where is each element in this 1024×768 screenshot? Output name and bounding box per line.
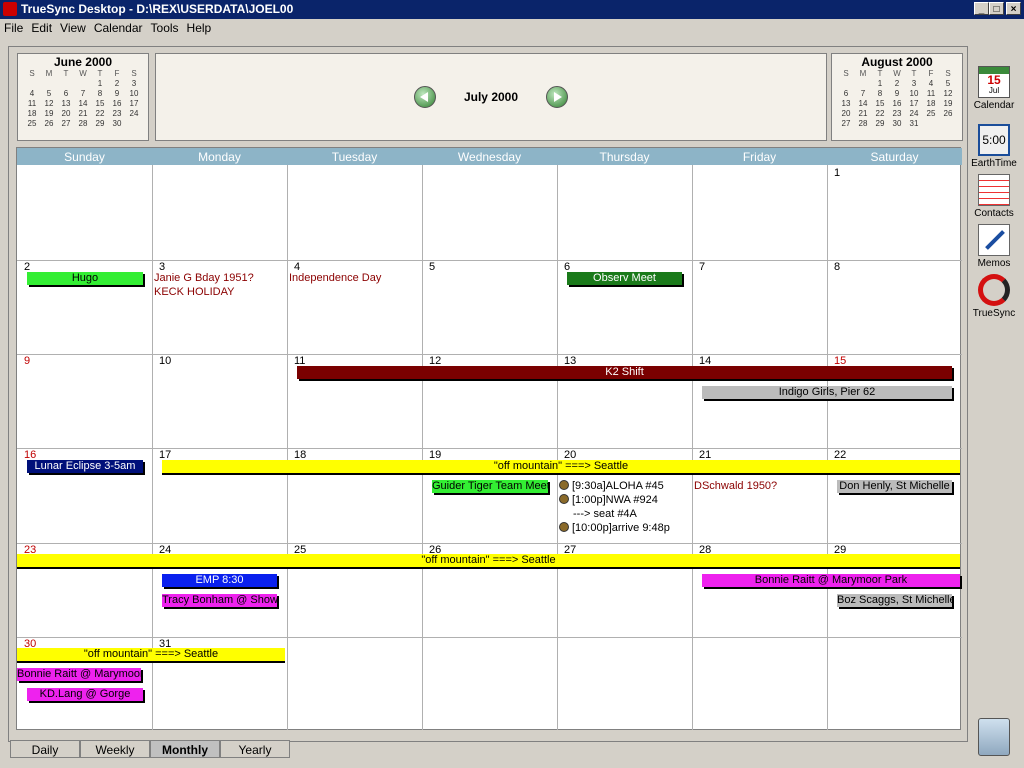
tab-monthly[interactable]: Monthly (150, 740, 220, 758)
trash-icon[interactable] (978, 718, 1010, 756)
event-aloha[interactable]: [9:30a]ALOHA #45 (559, 480, 664, 492)
sync-icon (978, 274, 1010, 306)
clock-icon (559, 494, 569, 504)
next-month-button[interactable] (546, 86, 568, 108)
event-hugo[interactable]: Hugo (27, 272, 143, 285)
weekday-friday: Friday (742, 150, 777, 164)
day-number[interactable]: 5 (429, 261, 435, 273)
event-seat[interactable]: ---> seat #4A (573, 508, 637, 520)
weekday-saturday: Saturday (870, 150, 919, 164)
memos-icon (978, 224, 1010, 256)
event-keck-holiday[interactable]: KECK HOLIDAY (154, 286, 235, 298)
menu-tools[interactable]: Tools (147, 19, 183, 37)
event-independence-day[interactable]: Independence Day (289, 272, 381, 284)
month-navigation-banner: July 2000 (155, 53, 827, 141)
sidebar-memos[interactable]: Memos (966, 224, 1022, 269)
weekday-header: Sunday Monday Tuesday Wednesday Thursday… (17, 148, 962, 165)
menu-view[interactable]: View (56, 19, 90, 37)
day-number[interactable]: 9 (24, 355, 30, 367)
month-grid: Sunday Monday Tuesday Wednesday Thursday… (16, 147, 962, 730)
event-lunar-eclipse[interactable]: Lunar Eclipse 3-5am (27, 460, 143, 473)
day-number[interactable]: 8 (834, 261, 840, 273)
weekday-thursday: Thursday (599, 150, 650, 164)
day-number[interactable]: 1 (834, 167, 840, 179)
sidebar-earthtime[interactable]: 5:00 EarthTime (966, 124, 1022, 169)
mini-calendar-title: June 2000 (53, 55, 113, 69)
event-arrive[interactable]: [10:00p]arrive 9:48p (559, 522, 670, 534)
sidebar-label: EarthTime (971, 158, 1017, 169)
event-tracy-bonham[interactable]: Tracy Bonham @ Show (162, 594, 277, 607)
sidebar-contacts[interactable]: Contacts (966, 174, 1022, 219)
weekday-sunday: Sunday (64, 150, 105, 164)
close-button[interactable]: × (1006, 2, 1021, 15)
mini-calendar-june[interactable]: June 2000 SMTWTFS 123 4 5 6 7 8 9 10 11 12 13 14 1… (17, 53, 149, 141)
sidebar-label: Memos (977, 258, 1011, 269)
day-number[interactable]: 10 (159, 355, 171, 367)
event-nwa[interactable]: [1:00p]NWA #924 (559, 494, 658, 506)
sidebar-truesync[interactable]: TrueSync (966, 274, 1022, 319)
event-off-mountain[interactable]: "off mountain" ===> Seattle (162, 460, 960, 475)
event-bonnie-raitt-park[interactable]: Bonnie Raitt @ Marymoor Park (702, 574, 960, 587)
event-boz-scaggs[interactable]: Boz Scaggs, St Michelle (837, 594, 952, 607)
calendar-icon: 15 Jul (978, 66, 1010, 98)
menu-help[interactable]: Help (183, 19, 216, 37)
sidebar-label: TrueSync (972, 308, 1016, 319)
mini-calendar-grid: SMTWTFS 12345 6 7 8 9 10 11 12 13 14 15 16 17 18 19 … (841, 69, 953, 128)
day-number[interactable]: 7 (699, 261, 705, 273)
clock-icon (559, 522, 569, 532)
event-bonnie-raitt[interactable]: Bonnie Raitt @ Marymoor (17, 668, 141, 681)
window-title: TrueSync Desktop - D:\REX\USERDATA\JOEL0… (21, 2, 294, 16)
event-emp[interactable]: EMP 8:30 (162, 574, 277, 587)
menu-calendar[interactable]: Calendar (90, 19, 147, 37)
contacts-icon (978, 174, 1010, 206)
event-off-mountain[interactable]: "off mountain" ===> Seattle (17, 554, 960, 569)
weekday-monday: Monday (198, 150, 241, 164)
event-indigo-girls[interactable]: Indigo Girls, Pier 62 (702, 386, 952, 399)
event-guider-tiger-team[interactable]: Guider Tiger Team Meet (432, 480, 548, 493)
menu-bar: File Edit View Calendar Tools Help (0, 19, 1024, 38)
weekday-wednesday: Wednesday (457, 150, 522, 164)
maximize-button[interactable]: □ (989, 2, 1004, 15)
calendar-icon-month: Jul (988, 86, 1000, 95)
event-janie-bday[interactable]: Janie G Bday 1951? (154, 272, 254, 284)
current-month-label: July 2000 (463, 90, 519, 104)
minimize-button[interactable]: _ (974, 2, 989, 15)
app-icon (3, 2, 17, 16)
event-kd-lang[interactable]: KD.Lang @ Gorge (27, 688, 143, 701)
menu-file[interactable]: File (0, 19, 27, 37)
sidebar-calendar[interactable]: 15 Jul Calendar (966, 66, 1022, 111)
event-observ-meet[interactable]: Observ Meet (567, 272, 682, 285)
mini-calendar-title: August 2000 (861, 55, 933, 69)
calendar-icon-day: 15 (987, 73, 1001, 87)
mini-calendar-grid: SMTWTFS 123 4 5 6 7 8 9 10 11 12 13 14 15 16 17 18 19… (27, 69, 139, 128)
tab-weekly[interactable]: Weekly (80, 740, 150, 758)
event-don-henly[interactable]: Don Henly, St Michelle (837, 480, 952, 493)
menu-edit[interactable]: Edit (27, 19, 56, 37)
mini-calendar-august[interactable]: August 2000 SMTWTFS 12345 6 7 8 9 10 11 12 13 1… (831, 53, 963, 141)
clock-icon (559, 480, 569, 490)
sidebar-label: Calendar (973, 100, 1015, 111)
tab-daily[interactable]: Daily (10, 740, 80, 758)
clock-icon: 5:00 (978, 124, 1010, 156)
event-dschwald[interactable]: DSchwald 1950? (694, 480, 777, 492)
event-k2-shift[interactable]: K2 Shift (297, 366, 952, 379)
tab-yearly[interactable]: Yearly (220, 740, 290, 758)
title-bar: TrueSync Desktop - D:\REX\USERDATA\JOEL0… (0, 0, 1024, 19)
sidebar-label: Contacts (974, 208, 1014, 219)
event-off-mountain[interactable]: "off mountain" ===> Seattle (17, 648, 285, 663)
weekday-tuesday: Tuesday (331, 150, 378, 164)
